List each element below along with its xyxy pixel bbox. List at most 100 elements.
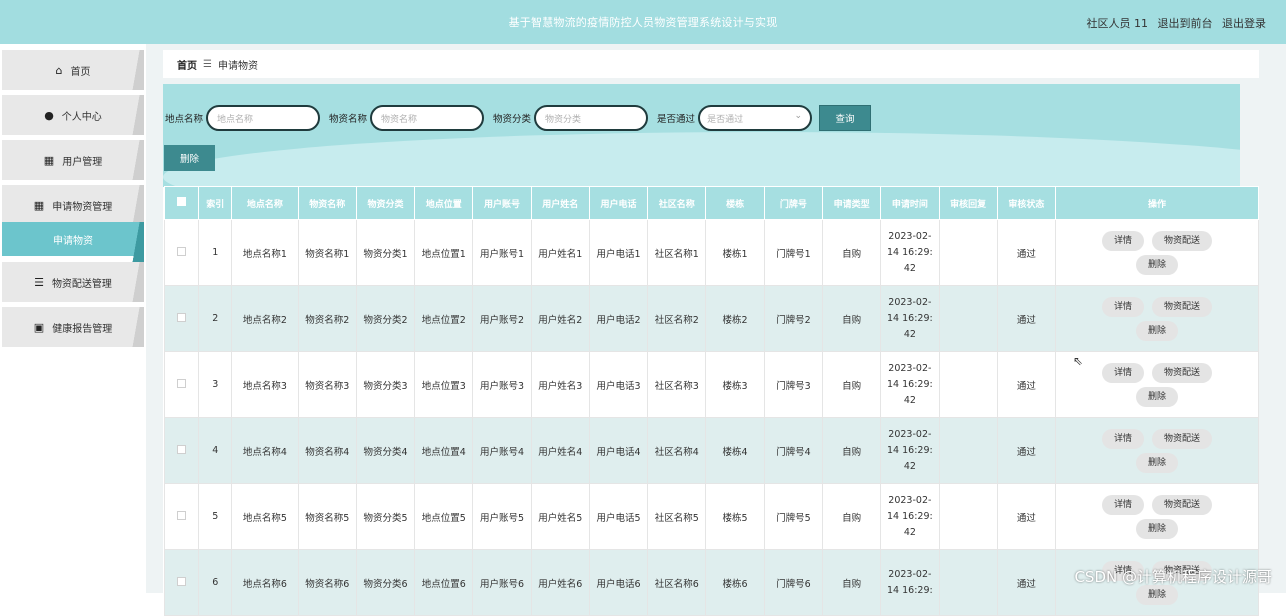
table-row[interactable]: 1地点名称1物资名称1物资分类1地点位置1用户账号1用户姓名1用户电话1社区名称… [165, 220, 1259, 286]
cell-door: 门牌号5 [764, 484, 822, 550]
time-line: 42 [883, 393, 936, 409]
user-area: 社区人员 11 退出到前台 退出登录 [1081, 15, 1267, 31]
select-all-checkbox[interactable] [165, 187, 199, 220]
row-delete-button[interactable]: 删除 [1136, 585, 1178, 605]
time-line: 42 [883, 459, 936, 475]
cell-goods: 物资名称4 [298, 418, 356, 484]
delivery-button[interactable]: 物资配送 [1152, 231, 1212, 251]
cell-type: 自购 [822, 418, 880, 484]
pass-select-placeholder: 是否通过 [707, 112, 743, 125]
column-header: 楼栋 [706, 187, 764, 220]
goods-name-input[interactable]: 物资名称 [370, 105, 484, 131]
cell-account: 用户账号1 [473, 220, 531, 286]
detail-button[interactable]: 详情 [1102, 495, 1144, 515]
row-delete-button[interactable]: 删除 [1136, 387, 1178, 407]
row-checkbox[interactable] [165, 418, 199, 484]
table-row[interactable]: 3地点名称3物资名称3物资分类3地点位置3用户账号3用户姓名3用户电话3社区名称… [165, 352, 1259, 418]
logout-link[interactable]: 退出登录 [1222, 17, 1266, 30]
sidebar-item-home[interactable]: ⌂ 首页 [2, 50, 144, 90]
sidebar-item-health[interactable]: ▣ 健康报告管理 [2, 307, 144, 347]
table-row[interactable]: 5地点名称5物资名称5物资分类5地点位置5用户账号5用户姓名5用户电话5社区名称… [165, 484, 1259, 550]
pass-select[interactable]: 是否通过 ⌄ [698, 105, 812, 131]
column-header: 申请类型 [822, 187, 880, 220]
cell-index: 4 [199, 418, 232, 484]
cell-actions: 详情物资配送删除 [1056, 484, 1259, 550]
cell-apply-time: 2023-02-14 16:29:42 [881, 220, 939, 286]
row-checkbox[interactable] [165, 550, 199, 616]
cell-building: 楼栋6 [706, 550, 764, 616]
delivery-button[interactable]: 物资配送 [1152, 363, 1212, 383]
time-line: 14 16:29: [883, 583, 936, 599]
cell-phone: 用户电话5 [589, 484, 647, 550]
table-header-row: 索引 地点名称 物资名称 物资分类 地点位置 用户账号 用户姓名 用户电话 社区… [165, 187, 1259, 220]
time-line: 2023-02- [883, 493, 936, 509]
column-header: 社区名称 [648, 187, 706, 220]
cell-reply [939, 418, 997, 484]
delete-button[interactable]: 删除 [164, 145, 215, 171]
row-delete-button[interactable]: 删除 [1136, 519, 1178, 539]
row-checkbox[interactable] [165, 286, 199, 352]
sidebar-item-apply-goods[interactable]: 申请物资 [2, 222, 144, 256]
cell-place: 地点名称1 [232, 220, 298, 286]
table-row[interactable]: 2地点名称2物资名称2物资分类2地点位置2用户账号2用户姓名2用户电话2社区名称… [165, 286, 1259, 352]
sliders-icon: ☰ [34, 276, 44, 289]
table-row[interactable]: 4地点名称4物资名称4物资分类4地点位置4用户账号4用户姓名4用户电话4社区名称… [165, 418, 1259, 484]
chevron-down-icon: ⌄ [795, 111, 803, 121]
delivery-button[interactable]: 物资配送 [1152, 495, 1212, 515]
sidebar-item-label: 物资配送管理 [52, 275, 112, 290]
cell-type: 自购 [822, 484, 880, 550]
cell-building: 楼栋2 [706, 286, 764, 352]
cell-name: 用户姓名5 [531, 484, 589, 550]
sidebar-item-label: 首页 [70, 63, 90, 78]
row-delete-button[interactable]: 删除 [1136, 255, 1178, 275]
cell-status: 通过 [997, 220, 1055, 286]
detail-button[interactable]: 详情 [1102, 297, 1144, 317]
main-content: 首页 ☰ 申请物资 地点名称 地点名称 物资名称 物资名称 物资分类 物资分类 … [146, 44, 1286, 593]
cell-goods: 物资名称6 [298, 550, 356, 616]
sidebar: ⌂ 首页 ● 个人中心 ▦ 用户管理 ▦ 申请物资管理 申请物资 ☰ 物资配送管… [0, 44, 146, 593]
cell-apply-time: 2023-02-14 16:29:42 [881, 352, 939, 418]
checkbox-icon [177, 379, 186, 388]
goods-label: 物资名称 [329, 111, 367, 125]
cell-account: 用户账号4 [473, 418, 531, 484]
cell-location: 地点位置2 [415, 286, 473, 352]
category-label: 物资分类 [493, 111, 531, 125]
cell-place: 地点名称5 [232, 484, 298, 550]
detail-button[interactable]: 详情 [1102, 363, 1144, 383]
sidebar-item-users[interactable]: ▦ 用户管理 [2, 140, 144, 180]
row-checkbox[interactable] [165, 352, 199, 418]
sidebar-item-delivery[interactable]: ☰ 物资配送管理 [2, 262, 144, 302]
goods-category-input[interactable]: 物资分类 [534, 105, 648, 131]
place-name-input[interactable]: 地点名称 [206, 105, 320, 131]
time-line: 14 16:29: [883, 509, 936, 525]
cell-location: 地点位置3 [415, 352, 473, 418]
detail-button[interactable]: 详情 [1102, 429, 1144, 449]
cell-building: 楼栋3 [706, 352, 764, 418]
breadcrumb-home[interactable]: 首页 [177, 57, 197, 72]
sidebar-item-apply-management[interactable]: ▦ 申请物资管理 [2, 185, 144, 225]
delivery-button[interactable]: 物资配送 [1152, 297, 1212, 317]
detail-button[interactable]: 详情 [1102, 231, 1144, 251]
time-line: 14 16:29: [883, 311, 936, 327]
column-header: 操作 [1056, 187, 1259, 220]
query-button[interactable]: 查询 [819, 105, 871, 131]
cell-goods: 物资名称1 [298, 220, 356, 286]
cell-door: 门牌号1 [764, 220, 822, 286]
back-to-front-link[interactable]: 退出到前台 [1158, 17, 1213, 30]
cell-type: 自购 [822, 220, 880, 286]
row-checkbox[interactable] [165, 220, 199, 286]
cell-community: 社区名称5 [648, 484, 706, 550]
delivery-button[interactable]: 物资配送 [1152, 429, 1212, 449]
cell-goods: 物资名称2 [298, 286, 356, 352]
cell-community: 社区名称6 [648, 550, 706, 616]
cell-location: 地点位置4 [415, 418, 473, 484]
time-line: 14 16:29: [883, 245, 936, 261]
time-line: 14 16:29: [883, 443, 936, 459]
cell-phone: 用户电话4 [589, 418, 647, 484]
sidebar-item-profile[interactable]: ● 个人中心 [2, 95, 144, 135]
row-checkbox[interactable] [165, 484, 199, 550]
time-line: 2023-02- [883, 295, 936, 311]
cell-name: 用户姓名4 [531, 418, 589, 484]
row-delete-button[interactable]: 删除 [1136, 321, 1178, 341]
row-delete-button[interactable]: 删除 [1136, 453, 1178, 473]
